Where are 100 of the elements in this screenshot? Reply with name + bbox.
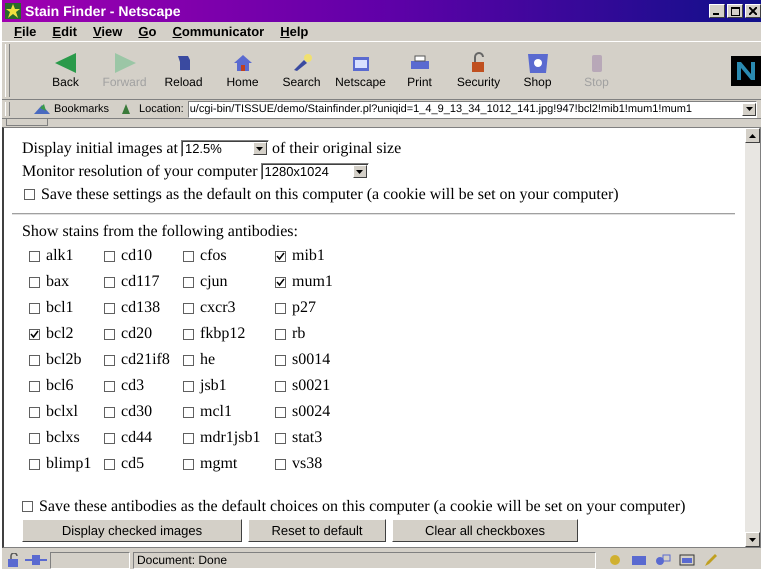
checkbox-label: mcl1 — [200, 403, 232, 421]
checkbox[interactable] — [183, 354, 194, 366]
menu-item[interactable]: Help — [272, 24, 316, 39]
checkbox-label: s0024 — [292, 403, 330, 421]
menu-item[interactable]: Go — [130, 24, 164, 39]
checkbox[interactable] — [22, 501, 33, 512]
checkbox[interactable] — [183, 302, 194, 314]
checkbox-label: cd21if8 — [121, 351, 170, 369]
checkbox-label: cd138 — [121, 299, 160, 317]
checkbox[interactable] — [183, 250, 194, 262]
display-label: Display initial images at — [22, 140, 178, 158]
checkbox[interactable] — [104, 354, 115, 366]
scrollbar[interactable] — [745, 128, 760, 547]
checkbox[interactable] — [275, 354, 286, 366]
checkbox-label: cd20 — [121, 325, 152, 343]
checkbox[interactable] — [29, 380, 40, 392]
checkbox-label: cjun — [200, 273, 228, 291]
checkbox-label: jsb1 — [200, 377, 227, 395]
checkbox-label: bcl6 — [46, 377, 74, 395]
connection-icon — [25, 553, 47, 567]
checkbox[interactable] — [275, 302, 286, 314]
checkbox[interactable] — [104, 458, 115, 470]
checkbox-label: cd30 — [121, 403, 152, 421]
pen-icon — [703, 553, 719, 567]
checkbox[interactable] — [275, 432, 286, 444]
form-button[interactable]: Reset to default — [248, 519, 386, 542]
maximize-button[interactable] — [727, 4, 743, 18]
toolbar-button[interactable]: Reload — [154, 52, 213, 89]
checkbox-label: mum1 — [292, 273, 333, 291]
checkbox-label: cd117 — [121, 273, 160, 291]
minimize-button[interactable] — [709, 4, 725, 18]
scroll-up-button[interactable] — [745, 128, 760, 143]
checkbox[interactable] — [104, 406, 115, 418]
form-button[interactable]: Display checked images — [22, 519, 242, 542]
url-field[interactable]: u/cgi-bin/TISSUE/demo/Stainfinder.pl?uniqid=1_4_9_13_34_1012_141.jpg!947!bcl2!mib1!mum1!mum1 — [188, 100, 757, 118]
toolbar-button[interactable]: Back — [36, 52, 95, 89]
checkbox[interactable] — [275, 380, 286, 392]
checkbox[interactable] — [29, 302, 40, 314]
caret-icon — [749, 134, 756, 138]
checkbox-label: rb — [292, 325, 306, 343]
menu-item[interactable]: File — [6, 24, 44, 39]
checkbox[interactable] — [275, 458, 286, 470]
checkbox-label: mdr1jsb1 — [200, 429, 260, 447]
menu-item[interactable]: Edit — [44, 24, 85, 39]
checkbox-label: mib1 — [292, 247, 325, 265]
checkbox-label: stat3 — [292, 429, 322, 447]
checkbox[interactable] — [29, 458, 40, 470]
checkbox-label: cd5 — [121, 455, 144, 473]
checkbox[interactable] — [183, 432, 194, 444]
checkbox-label: bclxl — [46, 403, 78, 421]
scroll-down-button[interactable] — [745, 532, 760, 547]
close-icon — [749, 7, 757, 15]
checkbox-label: Save these settings as the default on this computer (a cookie will be set on your computer) — [41, 186, 619, 204]
menu-item[interactable]: View — [84, 24, 130, 39]
checkbox[interactable] — [104, 302, 115, 314]
bookmarks-button[interactable]: Bookmarks — [18, 102, 116, 116]
toolbar-button[interactable]: Shop — [508, 52, 567, 89]
checkbox[interactable] — [275, 250, 286, 262]
checkbox[interactable] — [104, 432, 115, 444]
bag-icon — [526, 52, 550, 74]
checkbox[interactable] — [183, 458, 194, 470]
checkbox[interactable] — [183, 380, 194, 392]
checkbox[interactable] — [29, 406, 40, 418]
window-title: Stain Finder - Netscape — [25, 3, 181, 19]
status-text: Document: Done — [133, 552, 596, 568]
dropdown-button[interactable] — [742, 102, 756, 116]
checkbox[interactable] — [275, 406, 286, 418]
checkbox[interactable] — [183, 276, 194, 288]
resolution-dropdown[interactable]: 1280x1024 — [260, 163, 369, 180]
toolbar-button[interactable]: Security — [449, 52, 508, 89]
arrow-left-icon — [54, 52, 78, 74]
toolbar-button[interactable]: Search — [272, 52, 331, 89]
arrow-right-icon — [112, 52, 136, 74]
checkbox-label: bcl2 — [46, 325, 74, 343]
picture-frame-icon — [679, 553, 695, 567]
checkbox[interactable] — [29, 276, 40, 288]
checkbox[interactable] — [29, 354, 40, 366]
toolbar-button[interactable]: Netscape — [331, 52, 390, 89]
checkbox[interactable] — [104, 328, 115, 340]
checkbox[interactable] — [29, 250, 40, 262]
menu-item[interactable]: Communicator — [164, 24, 272, 39]
toolbar-tab[interactable] — [6, 119, 48, 126]
close-button[interactable] — [745, 4, 761, 18]
checkbox-label: cd10 — [121, 247, 152, 265]
checkbox-label: bcl1 — [46, 299, 74, 317]
toolbar-button[interactable]: Print — [390, 52, 449, 89]
toolbar-button[interactable]: Home — [213, 52, 272, 89]
form-button[interactable]: Clear all checkboxes — [392, 519, 578, 542]
checkbox-label: fkbp12 — [200, 325, 246, 343]
checkbox[interactable] — [104, 380, 115, 392]
checkbox[interactable] — [29, 328, 40, 340]
checkbox[interactable] — [104, 276, 115, 288]
checkbox[interactable] — [183, 328, 194, 340]
checkbox[interactable] — [29, 432, 40, 444]
checkbox[interactable] — [275, 276, 286, 288]
checkbox[interactable] — [183, 406, 194, 418]
checkbox[interactable] — [104, 250, 115, 262]
checkbox[interactable] — [275, 328, 286, 340]
checkbox[interactable] — [24, 189, 35, 200]
image-size-dropdown[interactable]: 12.5% — [180, 140, 269, 157]
